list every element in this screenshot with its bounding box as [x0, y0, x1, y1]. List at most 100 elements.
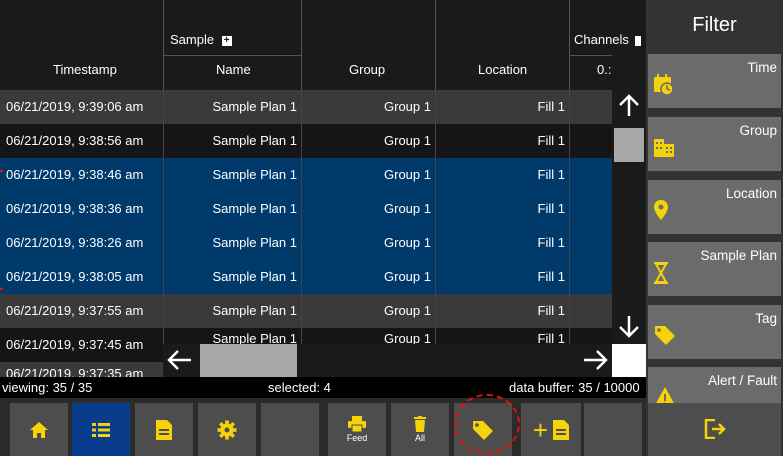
- column-divider: [569, 294, 570, 328]
- home-button[interactable]: [10, 403, 68, 456]
- location-cell: Fill 1: [537, 269, 565, 284]
- name-cell: Sample Plan 1: [212, 167, 297, 182]
- print-feed-button[interactable]: Feed: [328, 403, 386, 456]
- column-divider: [301, 226, 302, 260]
- group-cell: Group 1: [384, 133, 431, 148]
- filter-group-button[interactable]: Group: [648, 117, 781, 171]
- settings-button[interactable]: [198, 403, 256, 456]
- timestamp-cell: 06/21/2019, 9:37:55 am: [6, 303, 144, 318]
- column-divider: [301, 124, 302, 158]
- header-group-underline: [163, 55, 301, 56]
- column-divider: [163, 124, 164, 158]
- column-divider: [569, 226, 570, 260]
- table-row[interactable]: 06/21/2019, 9:38:56 am Sample Plan 1 Group…: [0, 124, 612, 158]
- channels-group-header[interactable]: Channels: [574, 32, 641, 47]
- selected-count: selected: 4: [268, 380, 331, 395]
- expand-icon[interactable]: [634, 35, 641, 46]
- hourglass-icon: [654, 262, 668, 284]
- column-divider: [435, 226, 436, 260]
- column-divider: [435, 294, 436, 328]
- table-row[interactable]: 06/21/2019, 9:38:46 am Sample Plan 1 Group…: [0, 158, 612, 192]
- header-divider: [569, 0, 570, 90]
- exit-button[interactable]: [648, 403, 781, 456]
- column-divider: [569, 124, 570, 158]
- channels-value: 0.:: [597, 62, 612, 77]
- timestamp-cell: 06/21/2019, 9:38:05 am: [6, 269, 144, 284]
- column-divider: [163, 158, 164, 192]
- group-cell: Group 1: [384, 269, 431, 284]
- group-cell: Group 1: [384, 235, 431, 250]
- status-bar: viewing: 35 / 35 selected: 4 data buffer…: [0, 377, 646, 398]
- annotation-mark: [0, 170, 3, 172]
- table-row[interactable]: 06/21/2019, 9:38:36 am Sample Plan 1 Group…: [0, 192, 612, 226]
- timestamp-cell: 06/21/2019, 9:37:35 am: [6, 366, 144, 377]
- timestamp-cell: 06/21/2019, 9:38:56 am: [6, 133, 144, 148]
- annotation-mark: [0, 288, 3, 290]
- timestamp-cell: 06/21/2019, 9:37:45 am: [6, 337, 144, 352]
- filter-sample-plan-label: Sample Plan: [700, 248, 777, 263]
- vertical-scroll-thumb[interactable]: [614, 128, 644, 162]
- add-document-button[interactable]: +: [521, 403, 581, 456]
- timestamp-cell: 06/21/2019, 9:38:36 am: [6, 201, 144, 216]
- location-cell: Fill 1: [537, 133, 565, 148]
- exit-icon: [704, 419, 726, 439]
- sample-header-label: Sample: [170, 32, 215, 47]
- list-icon: [92, 422, 110, 437]
- horizontal-scrollbar[interactable]: [163, 344, 646, 377]
- home-icon: [30, 421, 48, 438]
- document-icon: [156, 419, 172, 440]
- column-divider: [163, 294, 164, 328]
- table-row[interactable]: 06/21/2019, 9:37:55 am Sample Plan 1 Group…: [0, 294, 612, 328]
- filter-location-button[interactable]: Location: [648, 180, 781, 234]
- location-cell: Fill 1: [537, 201, 565, 216]
- table-row[interactable]: 06/21/2019, 9:39:06 am Sample Plan 1 Group…: [0, 90, 612, 124]
- location-cell: Fill 1: [537, 167, 565, 182]
- highlight-circle: [454, 394, 520, 454]
- filter-location-label: Location: [725, 186, 777, 201]
- arrow-up-icon[interactable]: [616, 94, 642, 123]
- collapse-icon[interactable]: +: [221, 35, 232, 46]
- column-divider: [163, 260, 164, 294]
- arrow-down-icon[interactable]: [616, 314, 642, 343]
- map-pin-icon: [654, 200, 668, 220]
- all-label: All: [414, 433, 425, 443]
- scroll-corner: [612, 344, 646, 377]
- filter-time-label: Time: [747, 60, 778, 75]
- document-button[interactable]: [135, 403, 193, 456]
- column-header-location[interactable]: Location: [478, 62, 527, 77]
- filter-tag-button[interactable]: Tag: [648, 305, 781, 359]
- arrow-right-icon[interactable]: [582, 348, 608, 377]
- timestamp-cell: 06/21/2019, 9:39:06 am: [6, 99, 144, 114]
- arrow-left-icon[interactable]: [167, 348, 193, 377]
- filter-sample-plan-button[interactable]: Sample Plan: [648, 242, 781, 296]
- delete-all-button[interactable]: All: [391, 403, 449, 456]
- filter-time-button[interactable]: Time: [648, 54, 781, 108]
- table-row[interactable]: 06/21/2019, 9:38:26 am Sample Plan 1 Group…: [0, 226, 612, 260]
- column-header-timestamp[interactable]: Timestamp: [53, 62, 117, 77]
- location-cell: Fill 1: [537, 303, 565, 318]
- group-cell: Group 1: [384, 167, 431, 182]
- printer-icon: [348, 416, 366, 432]
- group-cell: Group 1: [384, 303, 431, 318]
- header-divider: [301, 0, 302, 90]
- filter-tag-label: Tag: [755, 311, 777, 326]
- column-divider: [301, 158, 302, 192]
- table-row[interactable]: 06/21/2019, 9:38:05 am Sample Plan 1 Group…: [0, 260, 612, 294]
- group-cell: Group 1: [384, 201, 431, 216]
- sample-group-header[interactable]: Sample +: [170, 32, 232, 47]
- horizontal-scroll-thumb[interactable]: [200, 344, 297, 377]
- building-icon: [654, 139, 674, 157]
- vertical-scrollbar[interactable]: [612, 90, 646, 344]
- filter-group-label: Group: [739, 123, 777, 138]
- column-divider: [301, 294, 302, 328]
- list-view-button[interactable]: [72, 403, 130, 456]
- timestamp-cell: 06/21/2019, 9:38:46 am: [6, 167, 144, 182]
- column-header-group[interactable]: Group: [349, 62, 385, 77]
- column-divider: [435, 260, 436, 294]
- header-group-underline: [569, 55, 612, 56]
- filter-alert-fault-label: Alert / Fault: [707, 373, 777, 388]
- name-cell: Sample Plan 1: [212, 99, 297, 114]
- tag-icon: [655, 326, 675, 345]
- document-icon: [553, 419, 570, 440]
- column-header-name[interactable]: Name: [216, 62, 251, 77]
